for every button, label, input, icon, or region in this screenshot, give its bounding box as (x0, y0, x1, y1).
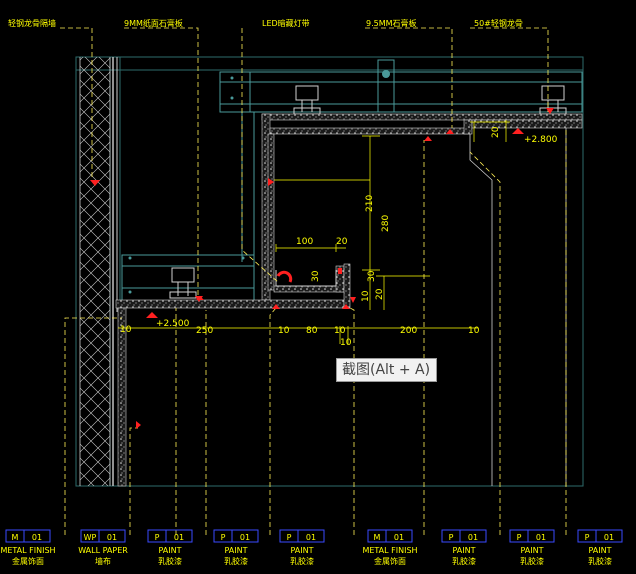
callout-partition: 轻钢龙骨隔墙 (8, 18, 56, 28)
ceiling-framing (121, 59, 583, 302)
legend-label-cn: 乳胶漆 (224, 556, 248, 566)
legend-number: 01 (32, 533, 42, 542)
break-line (469, 128, 567, 486)
dim-10-a: 10 (361, 290, 371, 302)
legend-label-en: PAINT (452, 546, 475, 555)
legend-tag: WP 01 WALL PAPER墙布 (78, 529, 128, 566)
legend-tag: P 01 PAINT乳胶漆 (279, 529, 325, 566)
legend-label-en: PAINT (588, 546, 611, 555)
dim-80: 80 (306, 326, 318, 336)
legend-label-cn: 金属饰面 (374, 556, 406, 566)
legend-tag: P 01 PAINT乳胶漆 (441, 529, 487, 566)
suspension-clip-left (169, 267, 197, 299)
legend-label-cn: 乳胶漆 (520, 556, 544, 566)
dim-20-b: 20 (375, 288, 385, 300)
partition-wall (79, 57, 118, 486)
legend-code: M (374, 533, 381, 542)
legend-code: P (585, 533, 590, 542)
dim-10-sub: 10 (340, 338, 352, 348)
led-recess (275, 268, 342, 287)
dim-10-end: 10 (468, 326, 480, 336)
legend-code: M (12, 533, 19, 542)
legend-label-en: PAINT (158, 546, 181, 555)
legend-code: P (449, 533, 454, 542)
level-markers (90, 108, 554, 429)
dim-20-mid: 20 (336, 237, 348, 247)
legend-code: P (221, 533, 226, 542)
legend-tag: M 01 METAL FINISH金属饰面 (362, 529, 418, 566)
legend-number: 01 (107, 533, 117, 542)
callout-led: LED暗藏灯带 (262, 18, 310, 28)
legend-code: P (155, 533, 160, 542)
screenshot-tooltip: 截图(Alt + A) (336, 358, 437, 382)
dim-250: 250 (196, 326, 213, 336)
dim-100: 100 (296, 237, 313, 247)
elevation-2500: +2.500 (156, 319, 190, 329)
legend-tag: P 01 PAINT乳胶漆 (509, 529, 555, 566)
dim-10-left: 10 (120, 325, 132, 335)
legend-number: 01 (536, 533, 546, 542)
material-legend: M 01METAL FINISH金属饰面WP 01WALL PAPER墙布P 01PA… (0, 529, 623, 566)
legend-label-cn: 乳胶漆 (452, 556, 476, 566)
dim-280: 280 (381, 215, 391, 232)
callout-gypsum-9mm: 9MM纸面石膏板 (124, 18, 183, 28)
callout-steel-joist: 50#轻钢龙骨 (474, 18, 523, 28)
legend-tag: P 01 PAINT乳胶漆 (147, 529, 193, 566)
legend-label-cn: 乳胶漆 (158, 556, 182, 566)
dim-10-right: 10 (334, 326, 346, 336)
legend-label-en: PAINT (520, 546, 543, 555)
legend-tag: P 01 PAINT乳胶漆 (213, 529, 259, 566)
legend-label-cn: 乳胶漆 (588, 556, 612, 566)
top-callouts: 轻钢龙骨隔墙 9MM纸面石膏板 LED暗藏灯带 9.5MM石膏板 50#轻钢龙骨 (8, 18, 523, 28)
dim-30-b: 30 (367, 270, 377, 282)
legend-number: 01 (468, 533, 478, 542)
gypsum-board-ceiling (115, 113, 583, 487)
legend-number: 01 (174, 533, 184, 542)
legend-code: P (287, 533, 292, 542)
legend-number: 01 (306, 533, 316, 542)
legend-label-en: METAL FINISH (362, 546, 417, 555)
legend-label-en: METAL FINISH (0, 546, 55, 555)
dim-210: 210 (365, 195, 375, 212)
legend-label-cn: 墙布 (95, 556, 111, 566)
dim-30-a: 30 (311, 270, 321, 282)
callout-gypsum-95mm: 9.5MM石膏板 (366, 18, 417, 28)
suspension-clip-mid (293, 85, 321, 115)
legend-code: P (517, 533, 522, 542)
suspension-clip-right (539, 85, 567, 115)
drawing-canvas: 轻钢龙骨隔墙 9MM纸面石膏板 LED暗藏灯带 9.5MM石膏板 50#轻钢龙骨… (0, 18, 623, 566)
dim-20-top: 20 (491, 126, 501, 138)
dim-10-mid: 10 (278, 326, 290, 336)
legend-tag: M 01 METAL FINISH金属饰面 (0, 529, 56, 566)
legend-label-en: PAINT (290, 546, 313, 555)
dimension-lines (118, 120, 510, 344)
legend-number: 01 (604, 533, 614, 542)
legend-label-en: PAINT (224, 546, 247, 555)
legend-tag: P 01 PAINT乳胶漆 (577, 529, 623, 566)
legend-number: 01 (240, 533, 250, 542)
elevation-2800: +2.800 (524, 135, 558, 145)
dim-200: 200 (400, 326, 417, 336)
legend-code: WP (84, 533, 97, 542)
legend-label-cn: 乳胶漆 (290, 556, 314, 566)
legend-label-cn: 金属饰面 (12, 556, 44, 566)
legend-number: 01 (394, 533, 404, 542)
legend-label-en: WALL PAPER (78, 546, 128, 555)
